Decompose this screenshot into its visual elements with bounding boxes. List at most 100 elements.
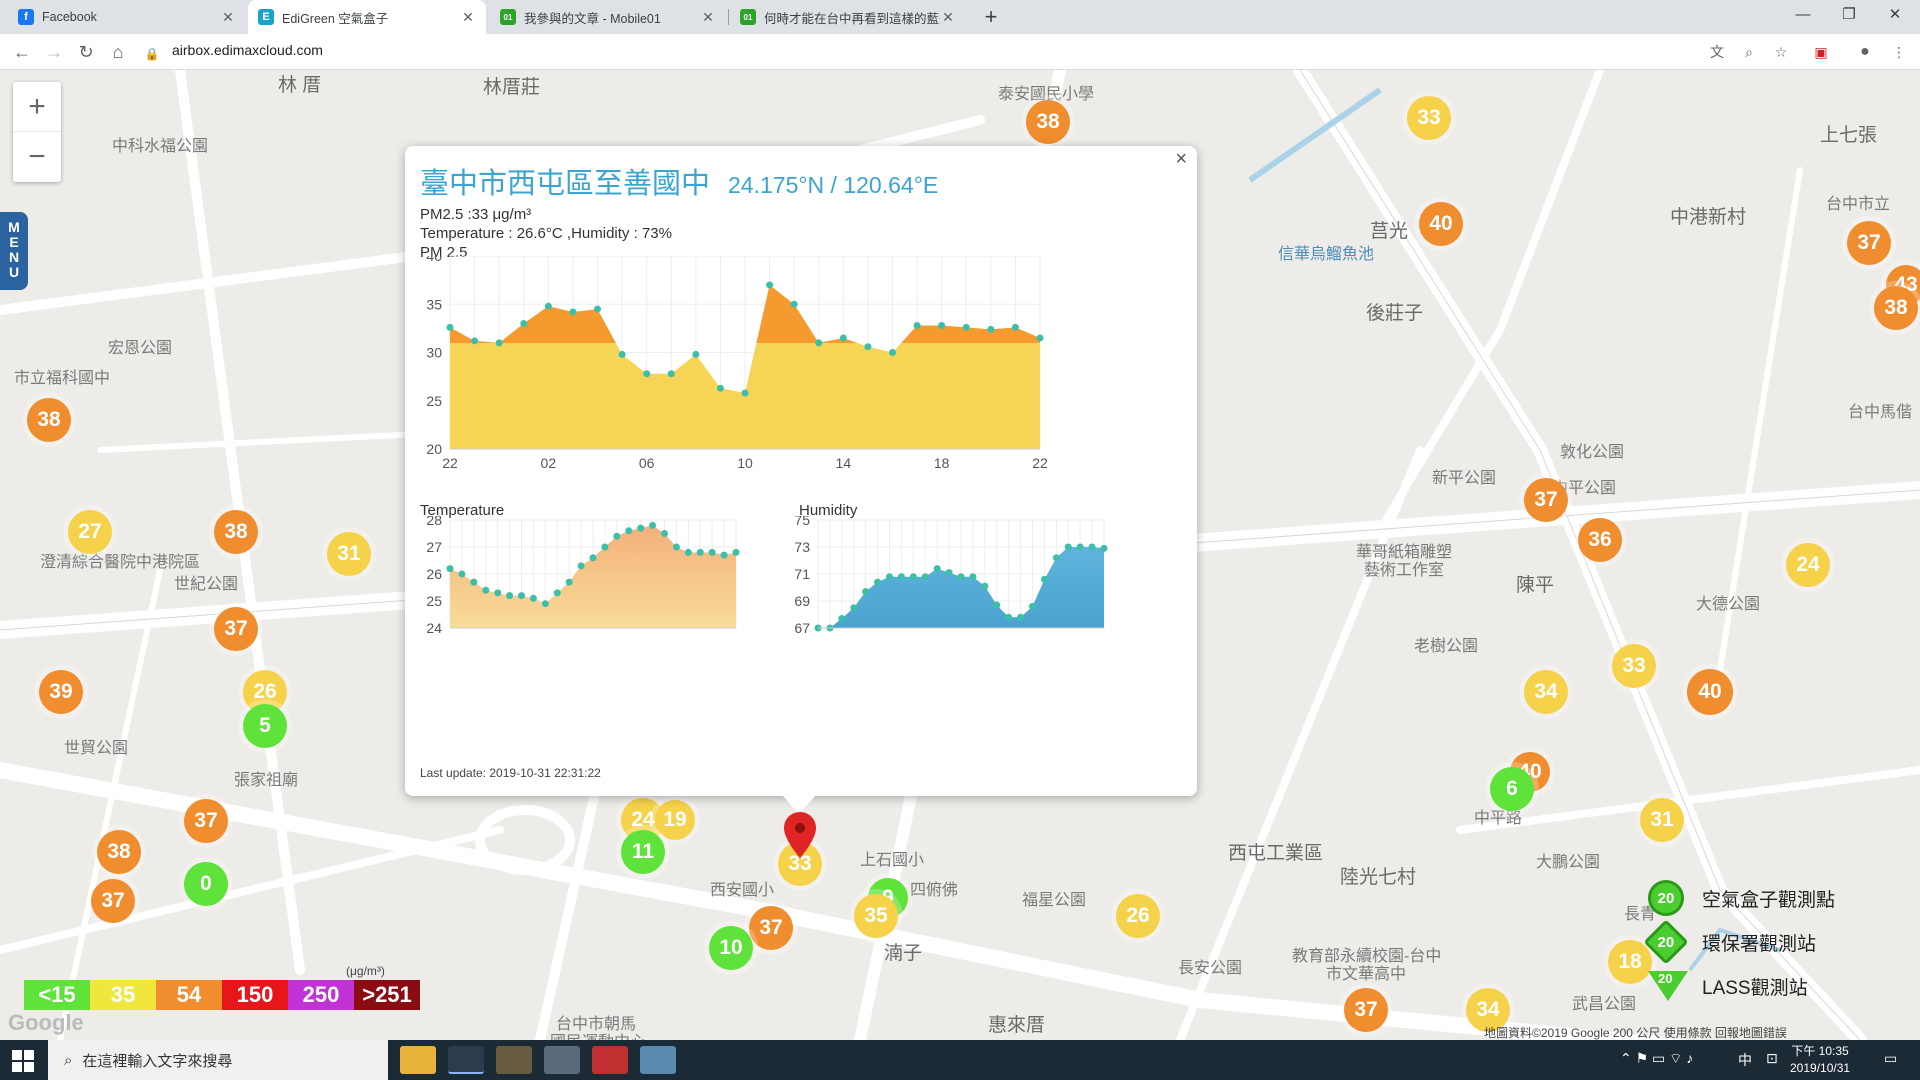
back-button[interactable]: ← bbox=[10, 40, 34, 64]
ime-mode-icon[interactable]: ⊡ bbox=[1766, 1050, 1778, 1067]
app-icon[interactable] bbox=[496, 1046, 532, 1074]
app-icon[interactable] bbox=[544, 1046, 580, 1074]
pm25-marker[interactable]: 35 bbox=[854, 894, 898, 938]
window-close-button[interactable]: ✕ bbox=[1872, 0, 1918, 30]
popup-close-button[interactable]: × bbox=[1175, 148, 1187, 171]
pm25-marker[interactable]: 37 bbox=[91, 879, 135, 923]
tab-facebook[interactable]: f Facebook ✕ bbox=[8, 0, 246, 34]
pm25-marker[interactable]: 38 bbox=[27, 398, 71, 442]
zoom-out-button[interactable]: − bbox=[13, 132, 61, 182]
bookmark-star-icon[interactable]: ☆ bbox=[1770, 41, 1792, 63]
pm25-marker[interactable]: 39 bbox=[39, 670, 83, 714]
pm25-marker[interactable]: 18 bbox=[1608, 940, 1652, 984]
pm25-marker[interactable]: 11 bbox=[621, 830, 665, 874]
new-tab-button[interactable]: + bbox=[978, 4, 1004, 30]
pm25-marker[interactable]: 19 bbox=[655, 800, 695, 840]
y-tick-label: 28 bbox=[426, 516, 442, 528]
pm25-marker[interactable]: 37 bbox=[749, 906, 793, 950]
pm25-marker[interactable]: 6 bbox=[1490, 767, 1534, 811]
pm25-marker[interactable]: 40 bbox=[1687, 669, 1733, 715]
location-pin-icon[interactable] bbox=[784, 812, 816, 858]
pm25-marker[interactable]: 38 bbox=[1874, 286, 1918, 330]
restore-button[interactable]: ❐ bbox=[1826, 0, 1872, 30]
tab-close-icon[interactable]: ✕ bbox=[700, 9, 716, 26]
minimize-button[interactable]: — bbox=[1780, 0, 1826, 30]
pm25-marker[interactable]: 37 bbox=[1344, 988, 1388, 1032]
pm25-scale-legend: <15 35 54 150 250 >251 bbox=[24, 980, 420, 1010]
x-tick-label: 02 bbox=[541, 455, 557, 471]
data-point bbox=[850, 604, 858, 612]
tab-close-icon[interactable]: ✕ bbox=[220, 9, 236, 26]
legend-epa[interactable]: 20 環保署觀測站 bbox=[1643, 919, 1816, 965]
pm25-marker[interactable]: 5 bbox=[243, 704, 287, 748]
pm25-marker[interactable]: 37 bbox=[1524, 478, 1568, 522]
tab-mobile01-2[interactable]: 01 何時才能在台中再看到這樣的藍天 ✕ bbox=[730, 0, 966, 34]
pm25-marker[interactable]: 37 bbox=[184, 799, 228, 843]
data-point bbox=[933, 565, 941, 573]
y-tick-label: 24 bbox=[426, 620, 442, 636]
pm25-marker[interactable]: 36 bbox=[1578, 518, 1622, 562]
taskbar-clock[interactable]: 下午 10:35 2019/10/31 bbox=[1790, 1043, 1850, 1077]
pm25-marker[interactable]: 0 bbox=[184, 862, 228, 906]
address-bar[interactable]: airbox.edimaxcloud.com bbox=[172, 42, 323, 58]
menu-dots-icon[interactable]: ⋮ bbox=[1888, 41, 1910, 63]
pm25-marker[interactable]: 40 bbox=[1419, 202, 1463, 246]
data-point bbox=[1052, 554, 1060, 562]
legend-lass[interactable]: 20 LASS觀測站 bbox=[1648, 966, 1808, 1006]
account-icon[interactable]: ● bbox=[1854, 41, 1876, 63]
app-icon[interactable] bbox=[592, 1046, 628, 1074]
pm25-marker[interactable]: 33 bbox=[1612, 644, 1656, 688]
taskbar-search-input[interactable]: ⌕ 在這裡輸入文字來搜尋 bbox=[48, 1040, 388, 1080]
pm25-marker[interactable]: 33 bbox=[1407, 96, 1451, 140]
pm25-marker[interactable]: 34 bbox=[1524, 670, 1568, 714]
y-tick-label: 25 bbox=[426, 593, 442, 609]
pm25-marker[interactable]: 37 bbox=[1847, 221, 1891, 265]
translate-icon[interactable]: 文 bbox=[1706, 41, 1728, 63]
app-icon[interactable] bbox=[640, 1046, 676, 1074]
windows-start-icon[interactable] bbox=[12, 1050, 34, 1072]
y-tick-label: 69 bbox=[794, 593, 810, 609]
legend-airbox[interactable]: 20 空氣盒子觀測點 bbox=[1648, 878, 1835, 918]
scale-swatch: 35 bbox=[90, 980, 156, 1010]
pm25-marker[interactable]: 10 bbox=[709, 926, 753, 970]
data-point bbox=[661, 530, 668, 537]
map-place-label: 陸光七村 bbox=[1340, 867, 1417, 888]
reload-button[interactable]: ↻ bbox=[74, 40, 98, 64]
pm25-marker[interactable]: 38 bbox=[214, 510, 258, 554]
station-name: 臺中市西屯區至善國中 bbox=[420, 168, 711, 200]
data-point bbox=[921, 573, 929, 581]
tab-close-icon[interactable]: ✕ bbox=[940, 9, 956, 26]
extension-icon[interactable]: ▣ bbox=[1810, 41, 1832, 63]
map-place-label: 西安國小 bbox=[710, 882, 775, 899]
menu-button[interactable]: MENU bbox=[0, 212, 28, 290]
forward-button[interactable]: → bbox=[42, 40, 66, 64]
pm25-marker[interactable]: 31 bbox=[327, 532, 371, 576]
home-button[interactable]: ⌂ bbox=[106, 40, 130, 64]
tab-close-icon[interactable]: ✕ bbox=[460, 9, 476, 26]
ime-indicator[interactable]: 中 bbox=[1738, 1050, 1752, 1070]
pm25-marker[interactable]: 38 bbox=[97, 830, 141, 874]
tab-mobile01[interactable]: 01 我參與的文章 - Mobile01 ✕ bbox=[490, 0, 726, 34]
zoom-icon[interactable]: ⌕ bbox=[1738, 41, 1760, 63]
tab-edigreen[interactable]: E EdiGreen 空氣盒子 ✕ bbox=[248, 0, 486, 34]
zoom-in-button[interactable]: + bbox=[13, 82, 61, 132]
data-point bbox=[577, 562, 585, 570]
data-point bbox=[889, 349, 896, 356]
map-place-label: 宏恩公園 bbox=[108, 340, 173, 357]
file-explorer-icon[interactable] bbox=[400, 1046, 436, 1074]
pm25-marker[interactable]: 24 bbox=[1786, 543, 1830, 587]
notification-icon[interactable]: ▭ bbox=[1884, 1050, 1897, 1067]
pm25-marker[interactable]: 26 bbox=[1116, 894, 1160, 938]
map-place-label: 陳平 bbox=[1516, 575, 1555, 596]
pm25-marker[interactable]: 38 bbox=[1026, 100, 1070, 144]
scale-swatch: 54 bbox=[156, 980, 222, 1010]
y-tick-label: 75 bbox=[794, 516, 810, 528]
data-point bbox=[909, 573, 917, 581]
pm25-marker[interactable]: 27 bbox=[68, 510, 112, 554]
tray-icons[interactable]: ⌃ ⚑ ▭ ⌔ ♪ bbox=[1620, 1050, 1693, 1068]
data-point bbox=[541, 600, 549, 608]
chrome-icon[interactable] bbox=[448, 1046, 484, 1074]
pm25-marker[interactable]: 31 bbox=[1640, 798, 1684, 842]
map-canvas[interactable]: 林 厝林厝莊 泰安國民小學 中科水福公園 上七張 中港新村 莒光 信華烏鰡魚池 台中市立 後莊子… bbox=[0, 70, 1920, 1040]
pm25-marker[interactable]: 37 bbox=[214, 607, 258, 651]
